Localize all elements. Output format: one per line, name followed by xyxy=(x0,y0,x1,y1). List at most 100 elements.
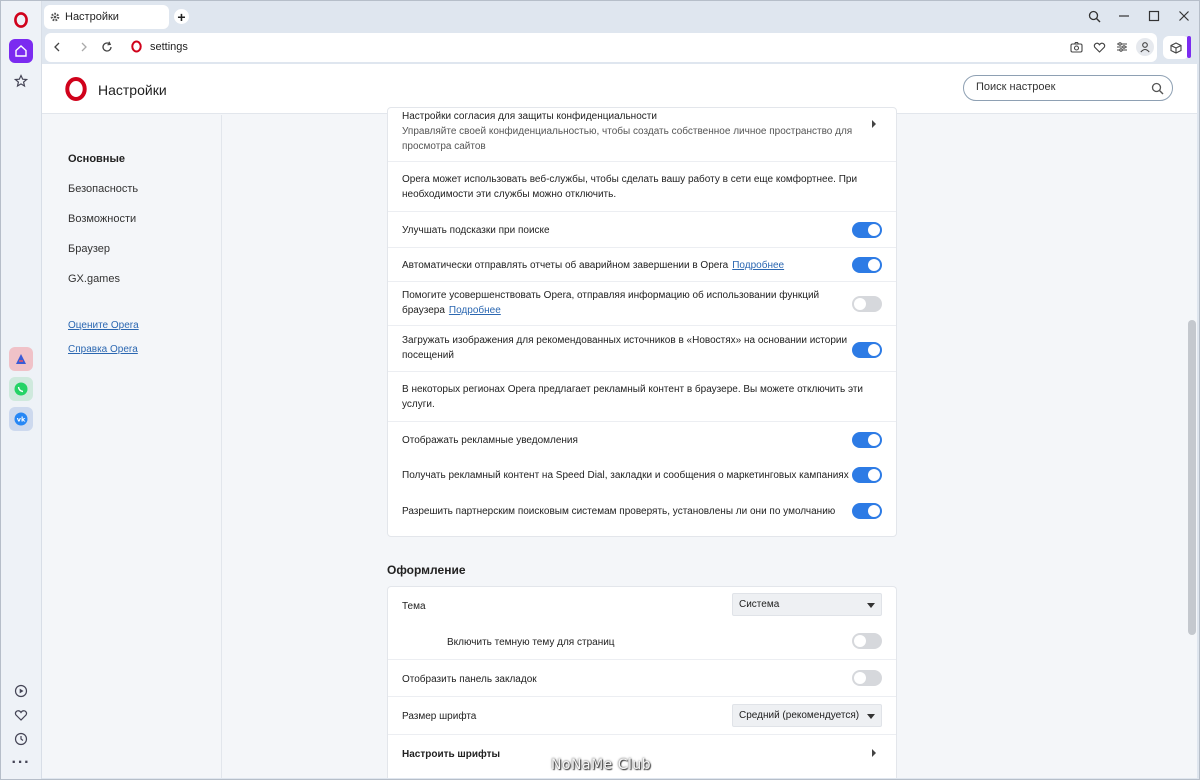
theme-select[interactable]: Система xyxy=(732,593,882,616)
ad-notifications-toggle[interactable] xyxy=(852,432,882,448)
nav-item-basic[interactable]: Основные xyxy=(68,153,125,165)
speed-dial-ads-toggle[interactable] xyxy=(852,467,882,483)
opera-logo-icon[interactable] xyxy=(9,8,33,32)
privacy-card: Настройки согласия для защиты конфиденци… xyxy=(387,107,897,537)
opera-sidebar: vk ··· xyxy=(0,0,42,780)
font-size-label: Размер шрифта xyxy=(402,711,477,722)
theme-label: Тема xyxy=(402,601,426,612)
rate-opera-link[interactable]: Оцените Opera xyxy=(68,320,139,331)
home-icon[interactable] xyxy=(9,39,33,63)
speed-dial-ads-row: Получать рекламный контент на Speed Dial… xyxy=(388,457,896,493)
dropdown-arrow-icon xyxy=(867,714,875,719)
easy-setup-icon[interactable] xyxy=(1115,40,1129,54)
news-images-toggle[interactable] xyxy=(852,342,882,358)
page-title: Настройки xyxy=(98,82,167,98)
toggle-knob xyxy=(854,298,866,310)
speed-dial-ads-label: Получать рекламный контент на Speed Dial… xyxy=(402,470,849,481)
usage-info-label-2: браузера Подробнее xyxy=(402,303,501,318)
url-text[interactable]: settings xyxy=(150,41,188,53)
dark-pages-row: Включить темную тему для страниц xyxy=(388,623,896,659)
improve-search-row: Улучшать подсказки при поиске xyxy=(388,211,896,247)
search-tabs-icon[interactable] xyxy=(1086,8,1102,24)
chevron-right-icon xyxy=(870,120,878,128)
extensions-icon[interactable] xyxy=(1163,36,1189,59)
settings-search[interactable] xyxy=(963,75,1173,101)
nav-item-browser[interactable]: Браузер xyxy=(68,243,110,255)
nav-item-security[interactable]: Безопасность xyxy=(68,183,138,195)
settings-page: Настройки Основные Безопасность Возможно… xyxy=(42,64,1197,778)
maximize-icon[interactable] xyxy=(1146,8,1162,24)
camera-icon[interactable] xyxy=(1069,40,1083,54)
improve-search-label: Улучшать подсказки при поиске xyxy=(402,225,550,236)
toggle-knob xyxy=(868,469,880,481)
sidebar-indicator xyxy=(1187,36,1191,58)
heart-icon[interactable] xyxy=(9,703,33,727)
more-icon[interactable]: ··· xyxy=(9,751,33,775)
crash-reports-row: Автоматически отправлять отчеты об авари… xyxy=(388,247,896,281)
scrollbar-thumb[interactable] xyxy=(1188,320,1196,635)
chevron-right-icon xyxy=(870,749,878,757)
toggle-knob xyxy=(868,505,880,517)
whatsapp-icon[interactable] xyxy=(9,377,33,401)
usage-info-more-link[interactable]: Подробнее xyxy=(449,305,501,316)
crash-reports-label: Автоматически отправлять отчеты об авари… xyxy=(402,258,784,273)
partner-search-toggle[interactable] xyxy=(852,503,882,519)
address-bar: settings xyxy=(42,32,1200,64)
nav-item-features[interactable]: Возможности xyxy=(68,213,136,225)
dark-pages-label: Включить темную тему для страниц xyxy=(447,637,615,648)
crash-reports-more-link[interactable]: Подробнее xyxy=(732,260,784,271)
forward-icon[interactable] xyxy=(77,40,91,54)
settings-nav: Основные Безопасность Возможности Браузе… xyxy=(42,115,222,778)
appearance-section-title: Оформление xyxy=(387,563,466,577)
player-icon[interactable] xyxy=(9,679,33,703)
consent-title: Настройки согласия для защиты конфиденци… xyxy=(402,111,657,122)
partner-search-row: Разрешить партнерским поисковым системам… xyxy=(388,493,896,529)
heart-bookmark-icon[interactable] xyxy=(1092,40,1106,54)
reload-icon[interactable] xyxy=(100,40,114,54)
history-icon[interactable] xyxy=(9,727,33,751)
profile-icon[interactable] xyxy=(1136,38,1154,56)
tab-settings[interactable]: Настройки xyxy=(44,5,169,29)
nav-item-gx-games[interactable]: GX.games xyxy=(68,273,120,285)
partner-search-label: Разрешить партнерским поисковым системам… xyxy=(402,506,836,517)
dropdown-arrow-icon xyxy=(867,603,875,608)
toggle-knob xyxy=(854,672,866,684)
aria-icon[interactable] xyxy=(9,347,33,371)
bookmarks-bar-toggle[interactable] xyxy=(852,670,882,686)
new-tab-button[interactable]: + xyxy=(174,9,189,24)
search-input[interactable] xyxy=(976,81,1146,93)
gear-icon xyxy=(49,11,61,23)
search-icon xyxy=(1151,82,1164,100)
watermark: NoNaMe Club xyxy=(551,757,652,773)
crash-reports-toggle[interactable] xyxy=(852,257,882,273)
theme-select-value: Система xyxy=(739,599,780,610)
news-images-text-2: посещений xyxy=(402,350,454,361)
address-field[interactable]: settings xyxy=(45,33,1157,62)
bookmarks-bar-label: Отобразить панель закладок xyxy=(402,674,537,685)
close-icon[interactable] xyxy=(1176,8,1192,24)
toggle-knob xyxy=(868,344,880,356)
page-scrollbar[interactable] xyxy=(1186,115,1196,778)
webservices-text-1: Opera может использовать веб-службы, что… xyxy=(402,174,858,185)
svg-text:vk: vk xyxy=(17,416,26,424)
minimize-icon[interactable] xyxy=(1116,8,1132,24)
vk-icon[interactable]: vk xyxy=(9,407,33,431)
usage-info-toggle[interactable] xyxy=(852,296,882,312)
font-size-select-value: Средний (рекомендуется) xyxy=(739,710,860,721)
improve-search-toggle[interactable] xyxy=(852,222,882,238)
theme-row: Тема Система xyxy=(388,587,896,623)
consent-settings-row[interactable]: Настройки согласия для защиты конфиденци… xyxy=(388,108,896,160)
toggle-knob xyxy=(868,224,880,236)
toggle-knob xyxy=(854,635,866,647)
dark-pages-toggle[interactable] xyxy=(852,633,882,649)
ad-notifications-label: Отображать рекламные уведомления xyxy=(402,435,578,446)
opera-help-link[interactable]: Справка Opera xyxy=(68,344,138,355)
back-icon[interactable] xyxy=(50,40,64,54)
usage-info-text-2: браузера xyxy=(402,305,445,316)
toggle-knob xyxy=(868,259,880,271)
font-size-select[interactable]: Средний (рекомендуется) xyxy=(732,704,882,727)
star-icon[interactable] xyxy=(9,69,33,93)
toggle-knob xyxy=(868,434,880,446)
settings-main: Настройки согласия для защиты конфиденци… xyxy=(223,107,1197,778)
appearance-card: Тема Система Включить темную тему для ст… xyxy=(387,586,897,778)
